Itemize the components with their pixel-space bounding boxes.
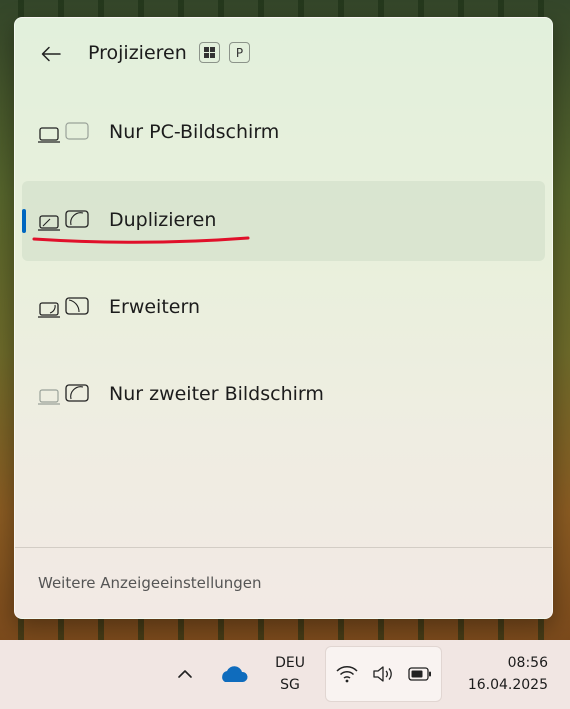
p-key-badge: P <box>229 42 250 63</box>
option-label: Nur PC-Bildschirm <box>109 121 280 143</box>
clock-time: 08:56 <box>507 655 548 671</box>
battery-icon <box>408 667 431 681</box>
volume-icon <box>373 666 392 682</box>
arrow-left-icon <box>41 46 61 62</box>
onedrive-button[interactable] <box>217 662 249 686</box>
language-code: DEU <box>275 655 305 671</box>
keyboard-layout-code: SG <box>280 677 300 693</box>
wifi-icon <box>336 666 358 683</box>
back-button[interactable] <box>37 40 65 68</box>
taskbar: DEU SG 08:56 16.04.2025 <box>0 640 570 709</box>
input-language-indicator[interactable]: DEU SG <box>264 652 316 698</box>
second-screen-only-icon <box>38 384 89 405</box>
selection-indicator <box>22 209 26 233</box>
onedrive-cloud-icon <box>222 666 248 682</box>
page-title: Projizieren <box>88 42 187 64</box>
clock-date: 16.04.2025 <box>467 677 548 693</box>
flyout-header: Projizieren P <box>15 18 552 90</box>
option-label: Duplizieren <box>109 209 217 231</box>
clock[interactable]: 08:56 16.04.2025 <box>448 652 548 696</box>
option-second-screen-only[interactable]: Nur zweiter Bildschirm <box>22 355 545 435</box>
quick-settings-tray[interactable] <box>325 646 442 702</box>
option-label: Nur zweiter Bildschirm <box>109 383 324 405</box>
flyout-footer: Weitere Anzeigeeinstellungen <box>15 547 552 618</box>
red-annotation-underline <box>32 236 250 244</box>
windows-logo-icon <box>204 47 215 58</box>
show-hidden-icons-button[interactable] <box>171 662 199 686</box>
option-extend[interactable]: Erweitern <box>22 268 545 348</box>
pc-screen-only-icon <box>38 122 89 143</box>
option-pc-screen-only[interactable]: Nur PC-Bildschirm <box>22 93 545 173</box>
extend-icon <box>38 297 89 318</box>
option-duplicate[interactable]: Duplizieren <box>22 181 545 261</box>
win-key-badge <box>199 42 220 63</box>
project-flyout: Projizieren P Nur PC-Bildschirm Duplizie… <box>14 17 553 619</box>
option-label: Erweitern <box>109 296 200 318</box>
chevron-up-icon <box>178 670 192 678</box>
duplicate-icon <box>38 210 89 231</box>
more-display-settings-link[interactable]: Weitere Anzeigeeinstellungen <box>38 574 262 592</box>
